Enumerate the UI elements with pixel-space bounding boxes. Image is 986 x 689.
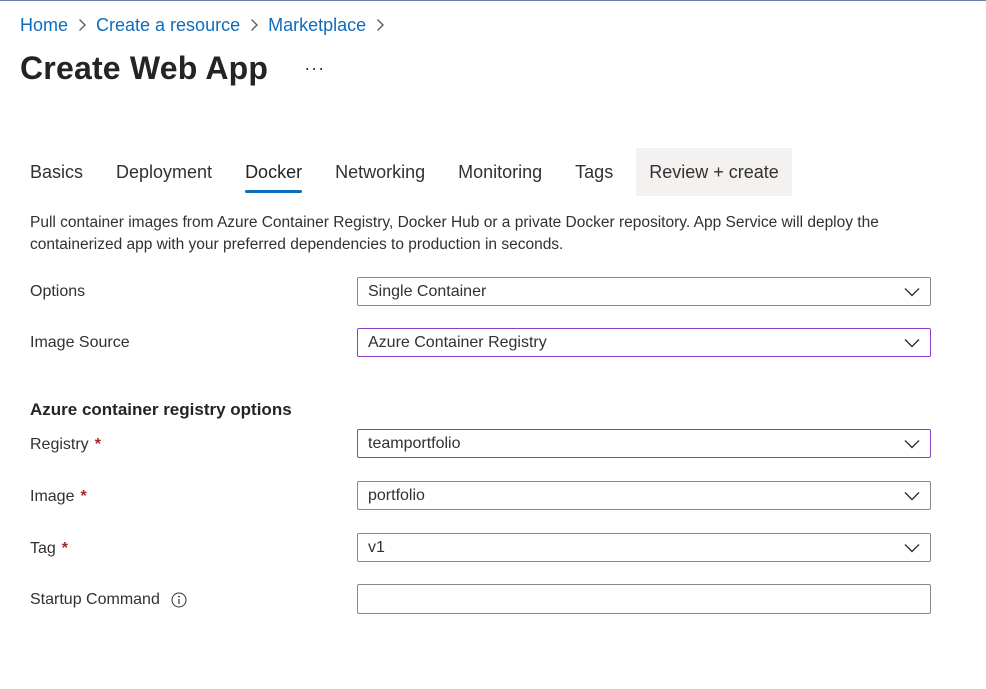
tag-dropdown-value: v1 bbox=[368, 538, 385, 556]
registry-dropdown[interactable]: teamportfolio bbox=[357, 429, 931, 458]
tab-basics[interactable]: Basics bbox=[20, 148, 93, 196]
options-label: Options bbox=[30, 277, 85, 307]
image-label-text: Image bbox=[30, 488, 75, 505]
options-dropdown[interactable]: Single Container bbox=[357, 277, 931, 306]
chevron-right-icon bbox=[376, 18, 385, 32]
docker-description: Pull container images from Azure Contain… bbox=[30, 214, 879, 253]
image-dropdown[interactable]: portfolio bbox=[357, 481, 931, 510]
required-indicator: * bbox=[94, 436, 101, 453]
tab-review-create[interactable]: Review + create bbox=[636, 148, 792, 196]
chevron-down-icon bbox=[894, 439, 930, 449]
chevron-down-icon bbox=[894, 338, 930, 348]
required-indicator: * bbox=[80, 488, 87, 505]
chevron-right-icon bbox=[78, 18, 87, 32]
tag-dropdown[interactable]: v1 bbox=[357, 533, 931, 562]
tab-tags[interactable]: Tags bbox=[565, 148, 623, 196]
wizard-tabs: Basics Deployment Docker Networking Moni… bbox=[20, 148, 792, 196]
image-label: Image * bbox=[30, 482, 87, 512]
image-dropdown-value: portfolio bbox=[368, 486, 425, 504]
image-source-dropdown[interactable]: Azure Container Registry bbox=[357, 328, 931, 357]
options-label-text: Options bbox=[30, 283, 86, 300]
breadcrumb-marketplace[interactable]: Marketplace bbox=[268, 13, 366, 37]
image-source-label-text: Image Source bbox=[30, 334, 130, 351]
breadcrumb-create-resource[interactable]: Create a resource bbox=[96, 13, 240, 37]
acr-options-heading: Azure container registry options bbox=[30, 400, 292, 419]
chevron-right-icon bbox=[250, 18, 259, 32]
registry-label-text: Registry bbox=[30, 436, 89, 453]
tag-label-text: Tag bbox=[30, 540, 56, 557]
breadcrumb-home[interactable]: Home bbox=[20, 13, 68, 37]
chevron-down-icon bbox=[894, 543, 930, 553]
registry-dropdown-value: teamportfolio bbox=[368, 434, 461, 452]
required-indicator: * bbox=[61, 540, 69, 557]
tag-label: Tag * bbox=[30, 534, 68, 564]
more-options-button[interactable]: ··· bbox=[300, 57, 329, 79]
chevron-down-icon bbox=[894, 491, 930, 501]
startup-command-input[interactable] bbox=[357, 584, 931, 614]
top-border bbox=[0, 0, 986, 1]
startup-command-label: Startup Command bbox=[30, 585, 187, 615]
breadcrumb: Home Create a resource Marketplace bbox=[20, 13, 394, 37]
tab-docker[interactable]: Docker bbox=[235, 148, 312, 196]
tab-monitoring[interactable]: Monitoring bbox=[448, 148, 552, 196]
info-icon[interactable] bbox=[171, 592, 187, 608]
page-header: Create Web App ··· bbox=[20, 48, 329, 88]
registry-label: Registry * bbox=[30, 430, 101, 460]
page-title: Create Web App bbox=[20, 50, 269, 86]
image-source-label: Image Source bbox=[30, 328, 130, 358]
options-dropdown-value: Single Container bbox=[368, 282, 487, 300]
startup-command-label-text: Startup Command bbox=[30, 591, 160, 608]
image-source-dropdown-value: Azure Container Registry bbox=[368, 333, 547, 351]
tab-networking[interactable]: Networking bbox=[325, 148, 435, 196]
chevron-down-icon bbox=[894, 287, 930, 297]
tab-deployment[interactable]: Deployment bbox=[106, 148, 222, 196]
